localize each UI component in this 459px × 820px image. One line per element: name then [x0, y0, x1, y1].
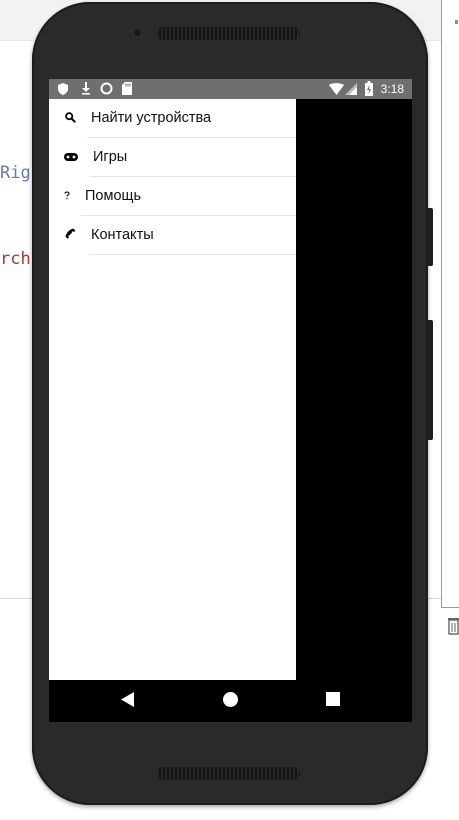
drawer-item-find-devices[interactable]: Найти устройства: [49, 99, 296, 138]
drawer-item-games[interactable]: Игры: [49, 138, 296, 177]
download-icon: [82, 82, 90, 95]
drawer-item-help[interactable]: Помощь: [49, 177, 296, 216]
bottom-speaker: [157, 767, 300, 780]
drawer-item-label: Найти устройства: [91, 110, 212, 126]
battery-charging-icon: [365, 81, 373, 96]
drawer-item-label: Контакты: [91, 227, 154, 243]
code-fragment-blue: Rig: [0, 163, 31, 183]
status-bar: 3:18: [49, 79, 412, 99]
volume-button[interactable]: [427, 208, 433, 266]
recents-icon[interactable]: [326, 692, 340, 706]
help-icon: [64, 191, 70, 200]
circle-icon: [100, 82, 113, 95]
power-button[interactable]: [427, 320, 433, 440]
signal-icon: [345, 83, 357, 95]
ide-side-panel: [441, 0, 459, 608]
navigation-drawer: Найти устройства Игры Помощь Контакты: [49, 99, 296, 680]
back-icon[interactable]: [120, 691, 135, 708]
drawer-scrim[interactable]: [296, 99, 412, 680]
phone-icon: [65, 228, 76, 239]
gamepad-icon: [64, 153, 78, 161]
status-time: 3:18: [380, 82, 404, 96]
drawer-item-label: Игры: [93, 149, 128, 165]
code-fragment-red: rch: [0, 249, 31, 269]
home-icon[interactable]: [222, 691, 239, 708]
search-icon: [65, 112, 76, 123]
front-camera: [134, 29, 141, 36]
top-speaker: [157, 27, 300, 40]
drawer-item-label: Помощь: [85, 188, 142, 204]
system-navigation-bar: [49, 680, 412, 722]
trash-icon[interactable]: [447, 616, 459, 636]
device-screen: 3:18 Найти устройства Игры Помощь Контак…: [49, 79, 412, 722]
wifi-icon: [329, 83, 344, 95]
shield-icon: [58, 83, 68, 95]
divider: [89, 254, 296, 255]
sd-card-icon: [122, 82, 132, 95]
drawer-item-contacts[interactable]: Контакты: [49, 216, 296, 255]
